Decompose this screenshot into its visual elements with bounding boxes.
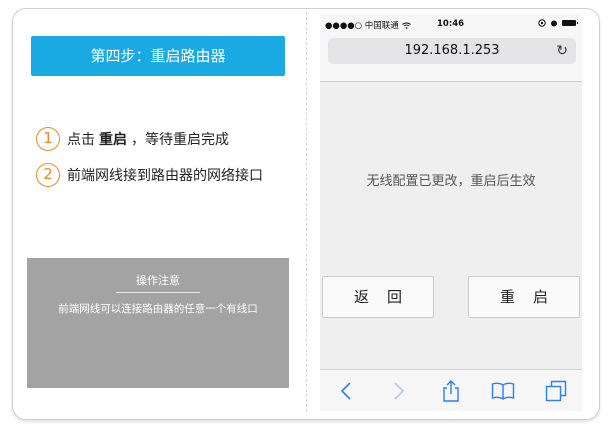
step-1-text-after: ，等待重启完成 [131,132,229,148]
wifi-icon [401,22,411,29]
step-number-1: 1 [36,127,60,151]
note-text: 前端网线可以连接路由器的任意一个有线口 [58,303,258,315]
back-arrow-icon[interactable] [333,378,359,404]
step-1: 1 点击 重启 ，等待重启完成 [36,126,229,152]
share-icon[interactable] [438,378,464,404]
status-message: 无线配置已更改，重启后生效 [366,174,536,189]
note-title: 操作注意 [116,272,200,293]
alarm-icon [551,20,557,27]
step-title: 第四步：重启路由器 [31,36,285,76]
reboot-button[interactable]: 重启 [468,276,580,318]
browser-header: 192.168.1.253 ↻ [320,34,582,82]
divider [306,12,307,412]
phone-screen: ●●●●○ 中国联通 10:46 192.168.1.253 ↻ 无线配置已更改… [320,14,582,411]
browser-toolbar [320,369,582,411]
step-2: 2 前端网线接到路由器的网络接口 [36,162,263,188]
reload-icon[interactable]: ↻ [556,38,568,64]
battery-icon [562,20,578,26]
rotation-lock-icon [538,19,546,27]
step-number-2: 2 [36,163,60,187]
carrier-text: ●●●●○ 中国联通 [325,21,399,31]
status-icons [538,19,578,27]
step-1-text-bold: 重启 [99,132,127,148]
tabs-icon[interactable] [543,378,569,404]
step-1-text-before: 点击 [67,132,95,148]
back-button[interactable]: 返回 [322,276,434,318]
address-bar[interactable]: 192.168.1.253 ↻ [328,38,576,64]
status-bar: ●●●●○ 中国联通 10:46 [320,14,582,34]
url-text: 192.168.1.253 [404,43,500,58]
clock: 10:46 [437,19,465,29]
bookmarks-icon[interactable] [490,378,516,404]
note-box: 操作注意 前端网线可以连接路由器的任意一个有线口 [27,258,289,388]
forward-arrow-icon[interactable] [386,378,412,404]
step-2-text: 前端网线接到路由器的网络接口 [67,168,263,184]
carrier-label: ●●●●○ 中国联通 [325,19,411,31]
